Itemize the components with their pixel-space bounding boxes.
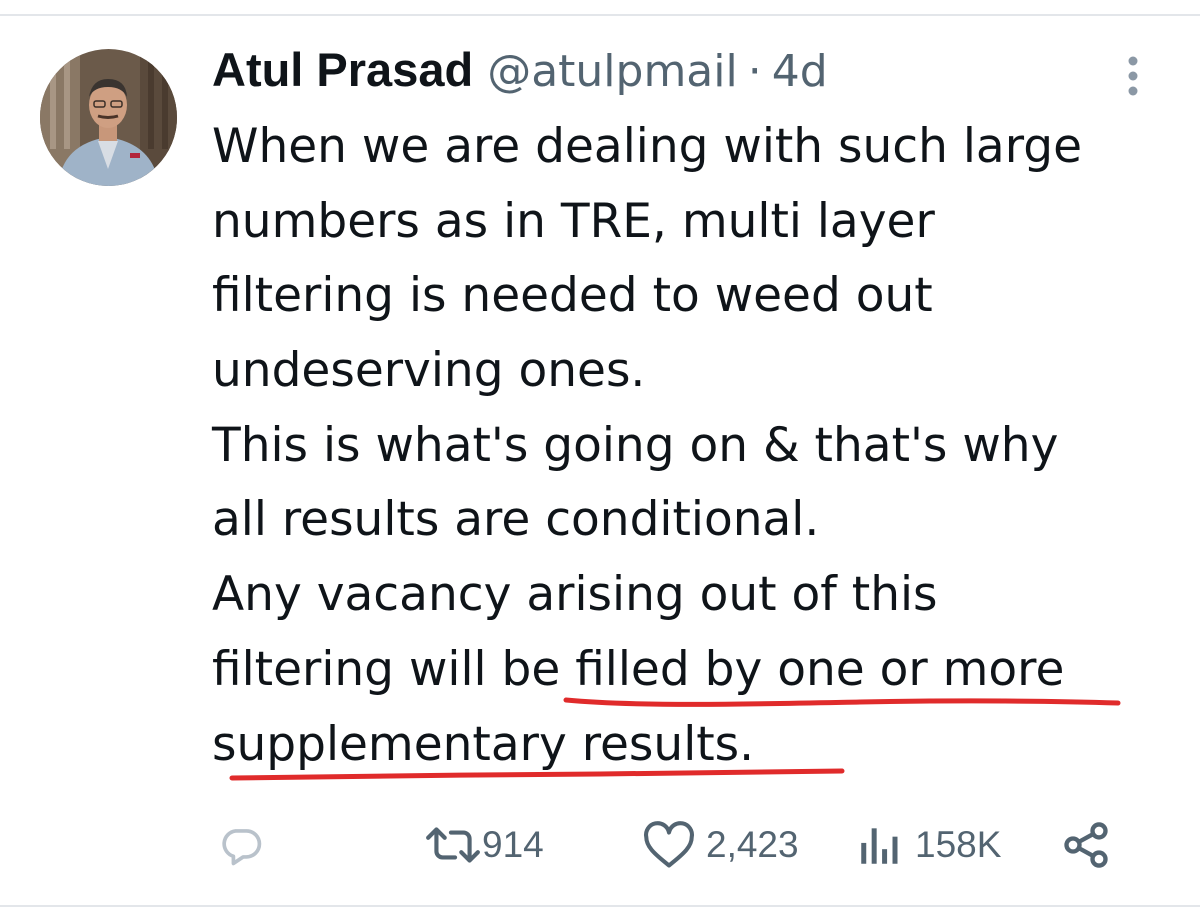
tweet-text-line: Any vacancy arising out of this [212,567,938,623]
tweet-text-line: When we are dealing with such large [212,119,1082,174]
reply-icon [222,829,262,866]
share-icon [1064,822,1108,868]
like-count: 2,423 [706,824,799,865]
tweet-text-line: all results are conditional. [212,492,820,548]
tweet-text-line: undeserving ones. [212,343,646,399]
tweet-header: Atul Prasad @atulpmail · 4d [212,42,828,102]
heart-icon [644,821,694,868]
avatar-photo [40,49,177,186]
share-button[interactable] [1060,810,1112,880]
retweet-count: 914 [482,824,544,865]
bottom-divider [0,905,1200,907]
tweet-text-line: filtering is needed to weed out [212,268,933,324]
reply-button[interactable] [215,810,267,880]
more-options-icon[interactable] [1120,55,1146,99]
author-handle[interactable]: @atulpmail [487,46,738,97]
tweet-text-line: filtering will be filled by one or more [212,641,1065,697]
avatar[interactable] [40,49,177,186]
like-button[interactable]: 2,423 [640,810,799,880]
tweet-text: When we are dealing with such large numb… [212,110,1172,782]
header-separator: · [747,46,762,97]
tweet-text-line: supplementary results. [212,716,755,772]
views-count: 158K [915,824,1002,865]
top-divider [0,14,1200,16]
retweet-icon [426,827,480,863]
author-name[interactable]: Atul Prasad [212,42,473,97]
tweet-text-line: numbers as in TRE, multi layer [212,193,935,249]
retweet-button[interactable]: 914 [424,810,544,880]
views-chart-icon [861,828,898,864]
tweet-action-bar: 914 2,423 158K [0,810,1200,880]
tweet-timestamp[interactable]: 4d [772,46,828,97]
tweet-text-line: This is what's going on & that's why [212,417,1059,473]
views-button[interactable]: 158K [855,810,1001,880]
